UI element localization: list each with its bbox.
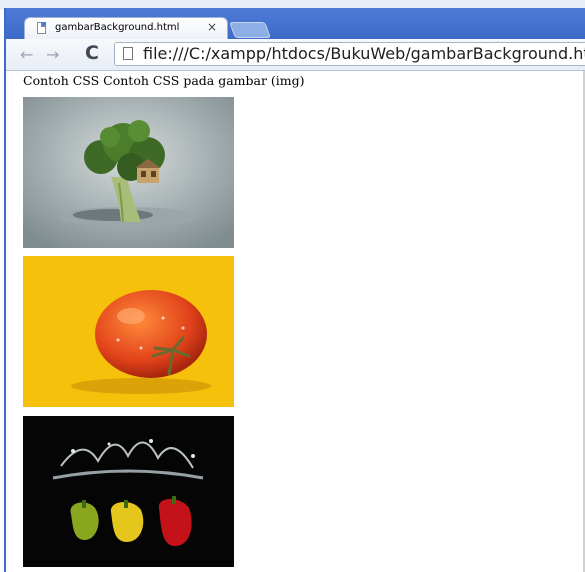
peppers-splash-image (23, 416, 234, 567)
page-heading: Contoh CSS Contoh CSS pada gambar (img) (23, 73, 305, 88)
new-tab-button[interactable] (229, 22, 271, 38)
tab-bar: gambarBackground.html × (6, 8, 585, 39)
url-text[interactable]: file:///C:/xampp/htdocs/BukuWeb/gambarBa… (143, 44, 585, 63)
page-content: Contoh CSS Contoh CSS pada gambar (img) (6, 71, 585, 572)
tab-gambarbackground[interactable]: gambarBackground.html × (24, 17, 228, 39)
address-bar[interactable]: file:///C:/xampp/htdocs/BukuWeb/gambarBa… (114, 42, 585, 66)
broccoli-treehouse-image (23, 97, 234, 248)
forward-arrow-icon[interactable]: → (46, 45, 59, 64)
close-icon[interactable]: × (207, 20, 217, 34)
tab-title: gambarBackground.html (55, 22, 180, 33)
reload-icon[interactable]: C (85, 42, 99, 64)
back-arrow-icon[interactable]: ← (20, 45, 33, 64)
document-icon (37, 22, 46, 34)
browser-window: gambarBackground.html × ← → C file:///C:… (4, 8, 585, 572)
page-icon (123, 47, 133, 60)
tomato-image (23, 256, 234, 407)
toolbar: ← → C file:///C:/xampp/htdocs/BukuWeb/ga… (6, 39, 585, 71)
